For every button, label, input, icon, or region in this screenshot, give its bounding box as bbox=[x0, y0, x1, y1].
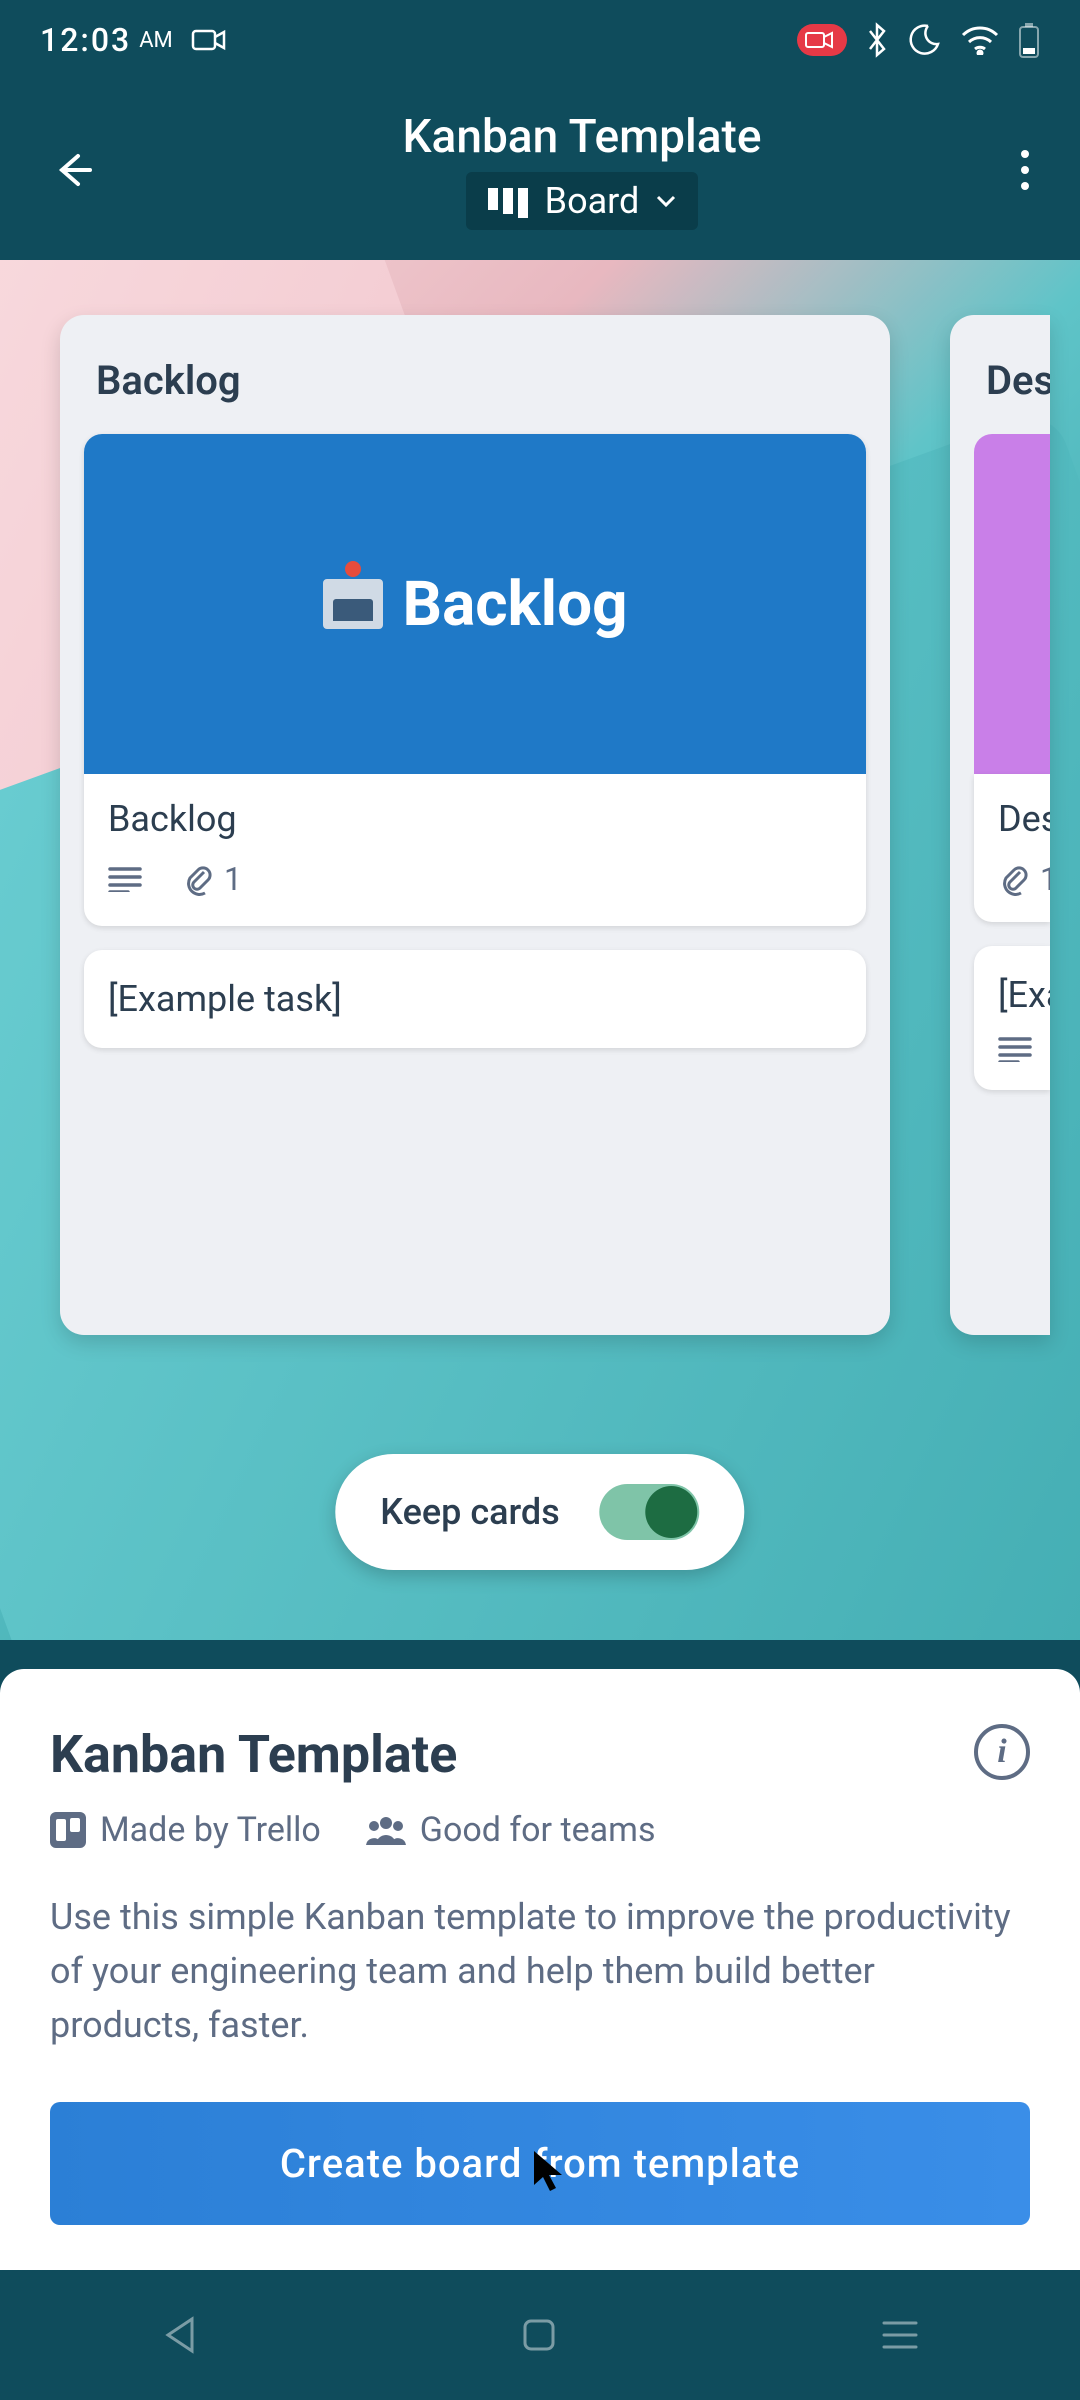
card-cover: Backlog bbox=[84, 434, 866, 774]
nav-back-button[interactable] bbox=[160, 2313, 198, 2357]
nav-home-button[interactable] bbox=[519, 2315, 559, 2355]
keep-cards-label: Keep cards bbox=[380, 1491, 559, 1533]
wifi-icon bbox=[960, 25, 1000, 55]
chevron-down-icon bbox=[654, 193, 678, 209]
view-selector[interactable]: Board bbox=[466, 172, 699, 230]
status-time: 12:03 bbox=[40, 21, 131, 59]
team-icon bbox=[366, 1815, 406, 1845]
status-ampm: AM bbox=[139, 28, 173, 53]
attachment-icon bbox=[998, 862, 1030, 896]
good-for-meta: Good for teams bbox=[366, 1810, 656, 1850]
list-design-peek[interactable]: Des Des 1 [Exa bbox=[950, 315, 1050, 1335]
board-view-icon bbox=[486, 184, 530, 218]
card-title: Backlog bbox=[108, 798, 842, 840]
card-title: Des bbox=[998, 798, 1026, 840]
screen-record-icon bbox=[796, 23, 848, 57]
keep-cards-toggle[interactable]: Keep cards bbox=[335, 1454, 744, 1570]
bluetooth-icon bbox=[866, 22, 888, 58]
create-board-button[interactable]: Create board from template bbox=[50, 2102, 1030, 2225]
toggle-switch[interactable] bbox=[600, 1484, 700, 1540]
view-label: Board bbox=[545, 180, 640, 222]
more-button[interactable] bbox=[1000, 129, 1050, 211]
card-title: [Exa bbox=[998, 974, 1026, 1016]
list-title: Backlog bbox=[84, 339, 866, 434]
attachment-count: 1 bbox=[224, 860, 242, 898]
camera-icon bbox=[191, 27, 227, 53]
back-button[interactable] bbox=[30, 128, 114, 212]
trello-icon bbox=[50, 1812, 86, 1848]
card-title: [Example task] bbox=[108, 978, 342, 1020]
board-title: Kanban Template bbox=[402, 110, 761, 164]
status-bar: 12:03 AM bbox=[0, 0, 1080, 80]
made-by-label: Made by Trello bbox=[100, 1810, 321, 1850]
app-header: Kanban Template Board bbox=[0, 80, 1080, 260]
info-button[interactable]: i bbox=[974, 1724, 1030, 1780]
list-backlog[interactable]: Backlog Backlog Backlog bbox=[60, 315, 890, 1335]
moon-icon bbox=[906, 22, 942, 58]
template-description: Use this simple Kanban template to impro… bbox=[50, 1890, 1030, 2052]
card-example[interactable]: [Exa bbox=[974, 946, 1050, 1090]
description-icon bbox=[108, 866, 142, 892]
good-for-label: Good for teams bbox=[420, 1810, 656, 1850]
card-body[interactable]: Des 1 bbox=[974, 774, 1050, 922]
attachment-icon bbox=[182, 862, 214, 896]
cover-label: Backlog bbox=[403, 568, 628, 641]
system-nav-bar bbox=[0, 2270, 1080, 2400]
nav-recent-button[interactable] bbox=[880, 2319, 920, 2351]
board-area[interactable]: Backlog Backlog Backlog bbox=[0, 260, 1080, 1640]
attachment-count: 1 bbox=[1040, 860, 1050, 898]
made-by-meta: Made by Trello bbox=[50, 1810, 321, 1850]
template-info-panel: Kanban Template i Made by Trello Good fo… bbox=[0, 1669, 1080, 2270]
description-icon bbox=[998, 1036, 1026, 1062]
card-backlog-cover[interactable]: Backlog Backlog 1 bbox=[84, 434, 866, 926]
inbox-icon bbox=[323, 579, 383, 629]
list-title: Des bbox=[974, 339, 1050, 434]
battery-icon bbox=[1018, 22, 1040, 58]
card-example-task[interactable]: [Example task] bbox=[84, 950, 866, 1048]
template-title: Kanban Template bbox=[50, 1724, 457, 1785]
card-cover bbox=[974, 434, 1050, 774]
